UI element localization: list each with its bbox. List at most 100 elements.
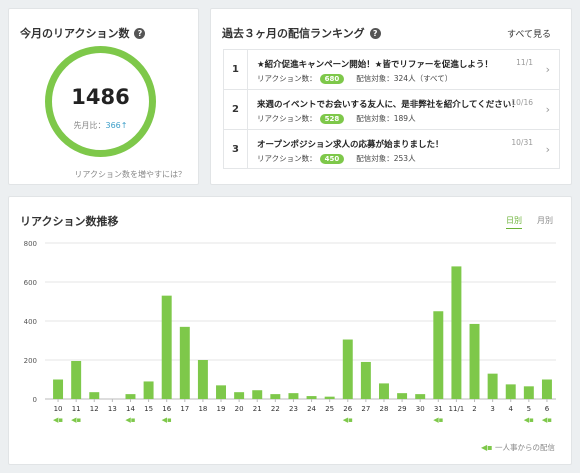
x-tick-label: 10 <box>54 405 63 413</box>
megaphone-icon: ◀▪ <box>524 416 534 424</box>
x-tick-label: 25 <box>325 405 334 413</box>
chart-bar <box>541 379 552 399</box>
megaphone-icon: ◀▪ <box>53 416 63 424</box>
chart-bar <box>197 360 208 399</box>
chart-bar <box>451 266 462 399</box>
x-tick-label: 24 <box>307 405 316 413</box>
tab-monthly[interactable]: 月別 <box>537 215 553 229</box>
chart-bar <box>71 360 82 399</box>
x-tick-label: 26 <box>343 405 352 413</box>
chart-bar <box>469 323 480 399</box>
chart-bar <box>306 396 317 399</box>
chart-bar <box>252 390 263 399</box>
megaphone-icon: ◀▪ <box>542 416 552 424</box>
chart-bar <box>324 396 335 399</box>
x-tick-label: 12 <box>90 405 99 413</box>
x-tick-label: 28 <box>380 405 389 413</box>
reaction-trend-chart: 0 200 400 600 800 10 ◀▪ 11 ◀▪ 12 13 14 ◀▪ 15 16 ◀▪ 17 18 1… <box>24 240 556 424</box>
chart-bar <box>360 361 371 399</box>
x-tick-label: 14 <box>126 405 135 413</box>
y-tick-label: 400 <box>24 318 37 326</box>
chevron-right-icon: › <box>545 63 550 76</box>
megaphone-icon: ◀▪ <box>343 416 353 424</box>
megaphone-icon: ◀▪ <box>71 416 81 424</box>
chart-bar <box>415 394 426 399</box>
chart-bar <box>125 394 136 399</box>
megaphone-icon: ◀▪ <box>162 416 172 424</box>
post-date: 10/16 <box>511 98 533 107</box>
chart-bar <box>523 386 534 399</box>
legend-note: ◀▪ 一人事からの配信 <box>481 443 555 452</box>
chart-bar <box>288 393 299 399</box>
y-tick-label: 800 <box>24 240 37 248</box>
post-date: 10/31 <box>511 138 533 147</box>
chart-bar <box>487 373 498 399</box>
chart-bar <box>216 385 226 399</box>
trend-card-title: リアクション数推移 <box>20 215 119 228</box>
delivery-target: 配信対象：253人 <box>356 154 416 163</box>
x-tick-label: 6 <box>545 405 550 413</box>
chart-bar <box>234 392 245 399</box>
tab-daily[interactable]: 日別 <box>506 215 522 229</box>
chart-bar <box>53 379 64 399</box>
x-tick-label: 2 <box>472 405 476 413</box>
reaction-ring: 1486 先月比：366↑ <box>45 46 156 157</box>
x-tick-label: 19 <box>217 405 226 413</box>
reaction-count-badge: 680 <box>319 74 345 84</box>
x-tick-label: 21 <box>253 405 262 413</box>
chart-bar <box>397 393 408 399</box>
rank-number: 1 <box>224 50 248 89</box>
post-date: 11/1 <box>516 58 533 67</box>
megaphone-icon: ◀▪ <box>125 416 135 424</box>
compare-value: 366 <box>105 121 121 130</box>
chart-bar <box>342 339 353 399</box>
y-tick-label: 0 <box>33 396 37 404</box>
x-tick-label: 15 <box>144 405 153 413</box>
ranking-row[interactable]: 3 オープンポジション求人の応募が始まりました！ リアクション数： 450 配信対象… <box>224 130 559 168</box>
post-title: 来週のイベントでお会いする友人に、是非弊社を紹介してください！ <box>257 100 520 110</box>
ranking-card-title: 過去３ヶ月の配信ランキング? <box>222 25 381 41</box>
y-tick-label: 600 <box>24 279 37 287</box>
delivery-target: 配信対象：189人 <box>356 114 416 123</box>
x-tick-label: 23 <box>289 405 298 413</box>
chart-bar <box>161 295 172 399</box>
chart-bar <box>179 326 190 399</box>
x-tick-label: 13 <box>108 405 117 413</box>
see-all-link[interactable]: すべて見る <box>507 27 551 40</box>
x-tick-label: 20 <box>235 405 244 413</box>
chart-bar <box>505 384 516 399</box>
ranking-row[interactable]: 2 来週のイベントでお会いする友人に、是非弊社を紹介してください！ リアクション… <box>224 90 559 130</box>
x-tick-label: 31 <box>434 405 443 413</box>
post-title: オープンポジション求人の応募が始まりました！ <box>257 140 444 150</box>
rank-number: 2 <box>224 90 248 129</box>
reaction-count-value: 1486 <box>71 85 130 109</box>
x-tick-label: 30 <box>416 405 425 413</box>
help-icon[interactable]: ? <box>134 28 146 39</box>
megaphone-icon: ◀▪ <box>433 416 443 424</box>
reaction-count-card: 今月のリアクション数? 1486 先月比：366↑ リアクション数を増やすには？ <box>8 8 199 185</box>
reaction-card-title: 今月のリアクション数? <box>20 25 146 41</box>
ranking-list: 1 ★紹介促進キャンペーン開始！★皆でリファーを促進しよう！ リアクション数： 6… <box>223 49 560 169</box>
x-tick-label: 5 <box>527 405 531 413</box>
x-tick-label: 3 <box>490 405 494 413</box>
megaphone-icon: ◀▪ <box>481 443 493 452</box>
help-icon[interactable]: ? <box>369 28 381 39</box>
ranking-row[interactable]: 1 ★紹介促進キャンペーン開始！★皆でリファーを促進しよう！ リアクション数： 6… <box>224 50 559 90</box>
x-tick-label: 11/1 <box>449 405 465 413</box>
x-tick-label: 18 <box>198 405 207 413</box>
ranking-card: 過去３ヶ月の配信ランキング? すべて見る 1 ★紹介促進キャンペーン開始！★皆で… <box>210 8 572 185</box>
x-tick-label: 27 <box>361 405 370 413</box>
y-tick-label: 200 <box>24 357 37 365</box>
chart-bar <box>143 381 154 399</box>
reaction-count-badge: 528 <box>319 114 345 124</box>
x-tick-label: 4 <box>508 405 513 413</box>
chart-bar <box>433 311 444 399</box>
post-meta: リアクション数： 450 配信対象：253人 <box>257 154 416 164</box>
chevron-right-icon: › <box>545 143 550 156</box>
reaction-trend-card: リアクション数推移 日別 月別 0 200 400 600 800 10 ◀▪ 11 ◀▪ 12 1… <box>8 196 572 465</box>
chart-bar <box>89 392 100 399</box>
up-arrow-icon: ↑ <box>120 121 128 130</box>
x-tick-label: 11 <box>72 405 81 413</box>
increase-reactions-link[interactable]: リアクション数を増やすには？ <box>74 169 186 180</box>
rank-number: 3 <box>224 130 248 168</box>
